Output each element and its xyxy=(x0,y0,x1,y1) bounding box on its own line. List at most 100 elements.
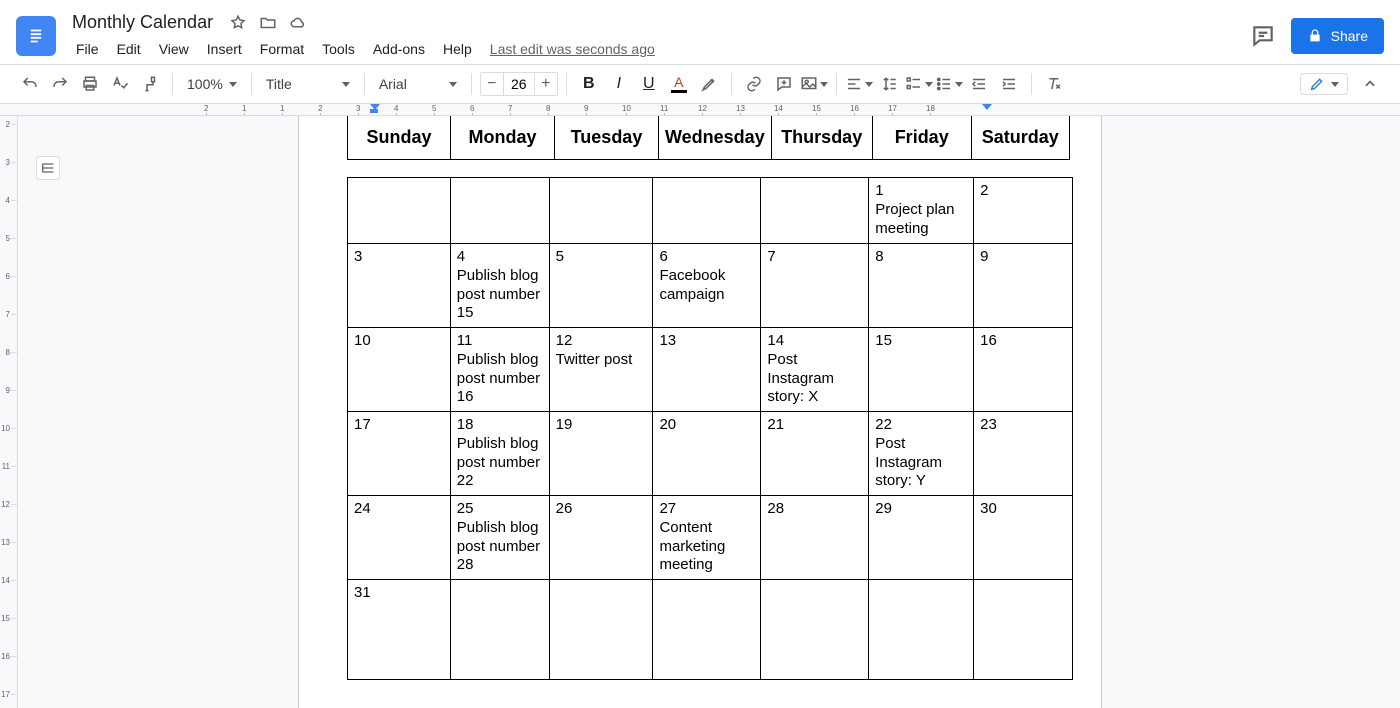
calendar-cell[interactable]: 19 xyxy=(549,412,653,496)
calendar-cell[interactable]: 20 xyxy=(653,412,761,496)
calendar-cell[interactable]: 28 xyxy=(761,496,869,580)
increase-font-button[interactable]: + xyxy=(535,75,557,93)
calendar-cell[interactable]: 14Post Instagram story: X xyxy=(761,328,869,412)
day-header-cell[interactable]: Thursday xyxy=(771,116,872,160)
print-icon[interactable] xyxy=(76,70,104,98)
calendar-cell[interactable]: 18Publish blog post number 22 xyxy=(450,412,549,496)
zoom-select[interactable]: 100% xyxy=(181,70,243,98)
vertical-ruler[interactable]: 234567891011121314151617 xyxy=(0,116,18,708)
highlight-color-icon[interactable] xyxy=(695,70,723,98)
menu-addons[interactable]: Add-ons xyxy=(365,37,433,61)
bulleted-list-icon[interactable] xyxy=(935,70,963,98)
menu-view[interactable]: View xyxy=(151,37,197,61)
font-select[interactable]: Arial xyxy=(373,70,463,98)
bold-icon[interactable]: B xyxy=(575,70,603,98)
calendar-cell[interactable] xyxy=(761,178,869,244)
calendar-cell[interactable]: 6Facebook campaign xyxy=(653,244,761,328)
spellcheck-icon[interactable] xyxy=(106,70,134,98)
calendar-cell[interactable]: 4Publish blog post number 15 xyxy=(450,244,549,328)
menu-help[interactable]: Help xyxy=(435,37,480,61)
calendar-cell[interactable] xyxy=(549,178,653,244)
right-indent-marker[interactable] xyxy=(982,104,992,110)
add-comment-icon[interactable] xyxy=(770,70,798,98)
docs-logo-icon[interactable] xyxy=(16,16,56,56)
calendar-cell[interactable] xyxy=(348,178,451,244)
calendar-cell[interactable]: 8 xyxy=(869,244,974,328)
doc-title[interactable]: Monthly Calendar xyxy=(68,10,217,35)
italic-icon[interactable]: I xyxy=(605,70,633,98)
menu-format[interactable]: Format xyxy=(252,37,312,61)
calendar-cell[interactable]: 3 xyxy=(348,244,451,328)
document-canvas[interactable]: SundayMondayTuesdayWednesdayThursdayFrid… xyxy=(18,116,1400,708)
day-header-cell[interactable]: Tuesday xyxy=(555,116,659,160)
left-indent-marker[interactable] xyxy=(370,104,380,113)
insert-image-icon[interactable] xyxy=(800,70,828,98)
day-header-cell[interactable]: Saturday xyxy=(971,116,1069,160)
calendar-cell[interactable] xyxy=(869,580,974,680)
text-color-icon[interactable]: A xyxy=(665,70,693,98)
calendar-cell[interactable]: 9 xyxy=(974,244,1073,328)
insert-link-icon[interactable] xyxy=(740,70,768,98)
calendar-cell[interactable]: 30 xyxy=(974,496,1073,580)
menu-file[interactable]: File xyxy=(68,37,107,61)
redo-icon[interactable] xyxy=(46,70,74,98)
editing-mode-button[interactable] xyxy=(1300,73,1348,95)
calendar-cell[interactable] xyxy=(653,580,761,680)
decrease-font-button[interactable]: − xyxy=(481,75,503,93)
calendar-cell[interactable]: 7 xyxy=(761,244,869,328)
checklist-icon[interactable] xyxy=(905,70,933,98)
menu-edit[interactable]: Edit xyxy=(109,37,149,61)
calendar-cell[interactable]: 2 xyxy=(974,178,1073,244)
calendar-cell[interactable]: 23 xyxy=(974,412,1073,496)
last-edit-link[interactable]: Last edit was seconds ago xyxy=(482,37,663,61)
star-icon[interactable] xyxy=(229,14,247,32)
day-header-cell[interactable]: Wednesday xyxy=(659,116,772,160)
calendar-cell[interactable]: 13 xyxy=(653,328,761,412)
day-header-cell[interactable]: Monday xyxy=(451,116,555,160)
comments-icon[interactable] xyxy=(1249,22,1277,50)
decrease-indent-icon[interactable] xyxy=(965,70,993,98)
calendar-cell[interactable]: 5 xyxy=(549,244,653,328)
calendar-cell[interactable]: 17 xyxy=(348,412,451,496)
day-header-cell[interactable]: Friday xyxy=(872,116,971,160)
font-size-value[interactable]: 26 xyxy=(503,73,535,95)
calendar-cell[interactable] xyxy=(450,580,549,680)
cloud-status-icon[interactable] xyxy=(289,14,307,32)
clear-formatting-icon[interactable] xyxy=(1040,70,1068,98)
calendar-cell[interactable] xyxy=(761,580,869,680)
calendar-cell[interactable] xyxy=(549,580,653,680)
calendar-cell[interactable]: 24 xyxy=(348,496,451,580)
underline-icon[interactable]: U xyxy=(635,70,663,98)
horizontal-ruler[interactable]: 21123456789101112131415161718 xyxy=(0,104,1400,116)
move-icon[interactable] xyxy=(259,14,277,32)
calendar-cell[interactable]: 1Project plan meeting xyxy=(869,178,974,244)
calendar-cell[interactable]: 25Publish blog post number 28 xyxy=(450,496,549,580)
paragraph-style-select[interactable]: Title xyxy=(260,70,356,98)
collapse-toolbar-icon[interactable] xyxy=(1356,70,1384,98)
calendar-cell[interactable]: 31 xyxy=(348,580,451,680)
calendar-cell[interactable]: 16 xyxy=(974,328,1073,412)
calendar-cell[interactable] xyxy=(450,178,549,244)
paint-format-icon[interactable] xyxy=(136,70,164,98)
calendar-cell[interactable]: 27Content marketing meeting xyxy=(653,496,761,580)
calendar-cell[interactable] xyxy=(974,580,1073,680)
calendar-cell[interactable] xyxy=(653,178,761,244)
calendar-cell[interactable]: 22Post Instagram story: Y xyxy=(869,412,974,496)
day-header-cell[interactable]: Sunday xyxy=(348,116,451,160)
align-icon[interactable] xyxy=(845,70,873,98)
calendar-cell[interactable]: 15 xyxy=(869,328,974,412)
menu-insert[interactable]: Insert xyxy=(199,37,250,61)
undo-icon[interactable] xyxy=(16,70,44,98)
menu-tools[interactable]: Tools xyxy=(314,37,363,61)
share-button[interactable]: Share xyxy=(1291,18,1384,54)
calendar-cell[interactable]: 10 xyxy=(348,328,451,412)
calendar-cell[interactable]: 26 xyxy=(549,496,653,580)
page[interactable]: SundayMondayTuesdayWednesdayThursdayFrid… xyxy=(298,116,1102,708)
line-spacing-icon[interactable] xyxy=(875,70,903,98)
calendar-cell[interactable]: 11Publish blog post number 16 xyxy=(450,328,549,412)
calendar-cell[interactable]: 12Twitter post xyxy=(549,328,653,412)
increase-indent-icon[interactable] xyxy=(995,70,1023,98)
calendar-cell[interactable]: 21 xyxy=(761,412,869,496)
outline-toggle-icon[interactable] xyxy=(36,156,60,180)
calendar-cell[interactable]: 29 xyxy=(869,496,974,580)
